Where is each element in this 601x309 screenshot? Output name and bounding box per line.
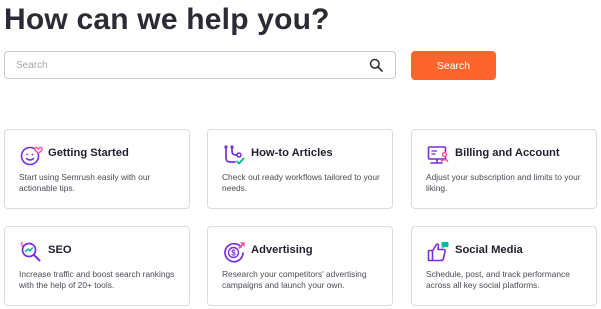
smile-heart-icon xyxy=(20,146,43,166)
card-description: Check out ready workflows tailored to yo… xyxy=(222,172,380,193)
card-how-to-articles[interactable]: How-to Articles Check out ready workflow… xyxy=(207,129,393,209)
card-title: SEO xyxy=(48,244,72,256)
dollar-target-icon: $ xyxy=(224,242,245,263)
search-box[interactable] xyxy=(4,51,396,79)
card-title: Billing and Account xyxy=(455,147,560,159)
thumbs-up-icon xyxy=(427,242,449,262)
billing-account-icon xyxy=(427,146,449,164)
svg-text:$: $ xyxy=(231,249,236,258)
card-title: Advertising xyxy=(251,244,313,256)
card-seo[interactable]: SEO Increase traffic and boost search ra… xyxy=(4,226,190,306)
page-title: How can we help you? xyxy=(4,3,330,36)
card-description: Adjust your subscription and limits to y… xyxy=(426,172,581,193)
card-description: Increase traffic and boost search rankin… xyxy=(19,269,175,290)
card-title: How-to Articles xyxy=(251,147,333,159)
card-billing-account[interactable]: Billing and Account Adjust your subscrip… xyxy=(411,129,597,209)
card-getting-started[interactable]: Getting Started Start using Semrush easi… xyxy=(4,129,190,209)
card-title: Getting Started xyxy=(48,147,129,159)
card-description: Schedule, post, and track performance ac… xyxy=(426,269,570,290)
card-advertising[interactable]: $ Advertising Research your competitors'… xyxy=(207,226,393,306)
card-description: Start using Semrush easily with our acti… xyxy=(19,172,151,193)
search-icon[interactable] xyxy=(369,58,383,72)
card-social-media[interactable]: Social Media Schedule, post, and track p… xyxy=(411,226,597,306)
search-button[interactable]: Search xyxy=(411,51,496,80)
seo-magnifier-icon xyxy=(20,241,41,262)
card-title: Social Media xyxy=(455,244,523,256)
search-input[interactable] xyxy=(5,52,355,78)
workflow-icon xyxy=(224,145,245,165)
card-description: Research your competitors' advertising c… xyxy=(222,269,367,290)
